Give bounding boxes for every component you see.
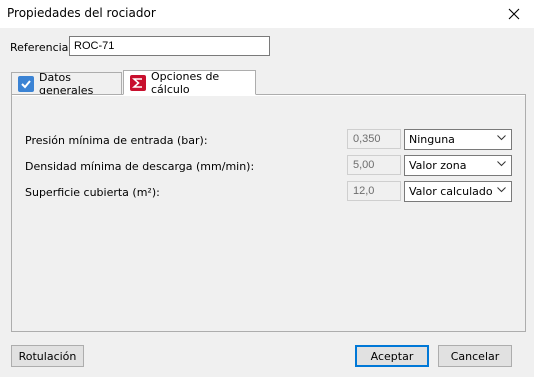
rotulacion-button[interactable]: Rotulación	[11, 345, 84, 367]
min-inlet-pressure-label: Presión mínima de entrada (bar):	[25, 134, 208, 147]
covered-area-option: Valor calculado	[409, 185, 493, 198]
min-inlet-pressure-select[interactable]: Ninguna	[404, 129, 512, 150]
min-inlet-pressure-value	[347, 129, 401, 149]
chevron-down-icon	[497, 161, 506, 167]
title-bar: Propiedades del rociador	[0, 0, 534, 28]
tab-calculation-options-label: Opciones de cálculo	[151, 69, 220, 96]
min-discharge-density-value	[347, 155, 401, 175]
accept-button[interactable]: Aceptar	[355, 345, 429, 367]
cancel-button[interactable]: Cancelar	[438, 345, 512, 367]
tab-calculation-options[interactable]: Opciones de cálculo	[123, 69, 256, 96]
min-inlet-pressure-option: Ninguna	[409, 133, 455, 146]
min-discharge-density-select[interactable]: Valor zona	[404, 155, 512, 176]
panel-top-border	[12, 95, 525, 96]
close-button[interactable]	[494, 0, 534, 28]
chevron-down-icon	[497, 187, 506, 193]
close-icon	[508, 8, 520, 20]
window-title: Propiedades del rociador	[7, 6, 156, 20]
tab-general-data[interactable]: Datos generales	[11, 71, 122, 97]
min-discharge-density-label: Densidad mínima de descarga (mm/min):	[25, 160, 255, 173]
reference-input[interactable]	[69, 36, 270, 56]
covered-area-label: Superficie cubierta (m²):	[25, 186, 160, 199]
covered-area-select[interactable]: Valor calculado	[404, 181, 512, 202]
sprinkler-properties-dialog: Propiedades del rociador Referencia: Dat…	[0, 0, 534, 377]
min-discharge-density-option: Valor zona	[409, 159, 467, 172]
checkbox-icon	[18, 76, 34, 92]
reference-label: Referencia:	[10, 41, 73, 54]
chevron-down-icon	[497, 135, 506, 141]
covered-area-value	[347, 181, 401, 201]
sigma-icon	[130, 74, 146, 91]
